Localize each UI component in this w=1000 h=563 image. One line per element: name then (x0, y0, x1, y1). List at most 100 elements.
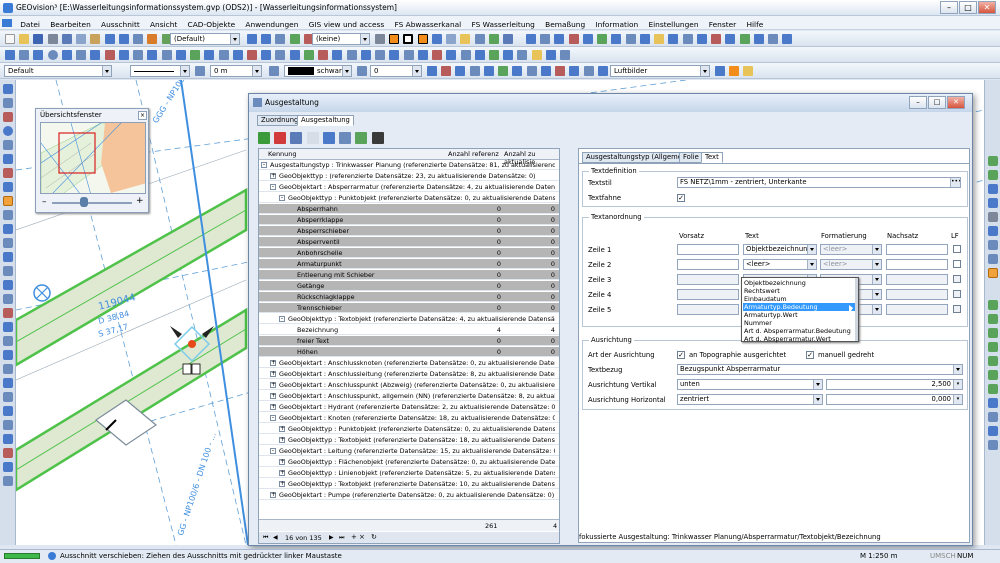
tree-row[interactable]: + GeoObjektart : Anschlusspunkt (Abzweig)… (259, 380, 559, 390)
zoom-out-icon[interactable] (261, 34, 272, 44)
nachsatz-field[interactable] (886, 274, 948, 285)
vtool-active-icon[interactable] (3, 196, 13, 206)
vertikal-number[interactable]: 2,500 ▾ (826, 379, 963, 390)
dropdown-option[interactable]: Einbaudatum (743, 295, 857, 303)
print-icon[interactable] (47, 34, 58, 44)
rtool-redraw-icon[interactable] (988, 226, 998, 236)
copy-icon[interactable] (76, 34, 87, 44)
offset-combo[interactable]: 0 m (210, 65, 262, 77)
tree-row[interactable]: + GeoObjekttyp : Textobjekt (referenziert… (259, 435, 559, 445)
tree-row[interactable]: Absperrschieber 0 0 (259, 226, 559, 236)
filter-combo[interactable]: (keine) (312, 33, 370, 45)
tree-row[interactable]: Absperrklappe 0 0 (259, 215, 559, 225)
vtool-edit-icon[interactable] (3, 392, 13, 402)
tree-row[interactable]: + GeoObjekttyp : Linienobjekt (referenzie… (259, 468, 559, 478)
vtool-rect-icon[interactable] (3, 154, 13, 164)
rtool-zoom-out-icon[interactable] (988, 170, 998, 180)
open-folder-icon[interactable] (19, 34, 30, 44)
image-icon[interactable] (715, 66, 725, 76)
rtool-nav8-icon[interactable] (988, 398, 998, 408)
prop-m-icon[interactable] (597, 66, 608, 76)
trim-icon[interactable] (218, 50, 229, 60)
spin-icon[interactable]: ▾ (953, 395, 962, 404)
nav-refresh-icon[interactable]: ↻ (371, 533, 377, 541)
zoom-out-button[interactable]: – (42, 197, 47, 207)
number-combo[interactable]: 0 (370, 65, 422, 77)
join-icon[interactable] (289, 50, 300, 60)
col-kennung[interactable]: Kennung (268, 150, 297, 158)
dropdown-scrollbar[interactable] (855, 278, 858, 341)
menu-cad-objekte[interactable]: CAD-Objekte (184, 18, 240, 29)
tool-k-icon[interactable] (668, 34, 679, 44)
vtool-copy-icon[interactable] (3, 210, 13, 220)
horizontal-select[interactable]: zentriert (677, 394, 823, 405)
rtool-zoom-all-icon[interactable] (988, 198, 998, 208)
overview-map[interactable] (40, 122, 146, 194)
linetype-combo[interactable] (130, 65, 190, 77)
snap-quad-icon[interactable] (446, 50, 457, 60)
prop-l-icon[interactable] (583, 66, 594, 76)
arrow-icon[interactable] (375, 34, 385, 44)
vtool-arc-icon[interactable] (3, 140, 13, 150)
collapse-icon[interactable]: - (279, 316, 285, 322)
tree-row[interactable]: + GeoObjektart : Pumpe (referenzierte Dat… (259, 490, 559, 500)
tool-a-icon[interactable] (526, 34, 536, 44)
erase-icon[interactable] (318, 50, 329, 60)
close-button[interactable]: ✕ (978, 1, 996, 14)
array-icon[interactable] (346, 50, 357, 60)
tree-row[interactable]: + GeoObjekttyp : (referenzierte Datensätz… (259, 171, 559, 181)
pan-icon[interactable] (275, 34, 286, 44)
rtool-nav6-icon[interactable] (988, 370, 998, 380)
tree-row[interactable]: Armaturpunkt 0 0 (259, 259, 559, 269)
dialog-close-button[interactable]: ✕ (947, 96, 965, 109)
hatch-icon[interactable] (118, 50, 129, 60)
rtool-print-icon[interactable] (988, 212, 998, 222)
menu-fs-wasserleitung[interactable]: FS Wasserleitung (467, 18, 538, 29)
offset-icon[interactable] (246, 50, 257, 60)
vtool-hatch-icon[interactable] (3, 280, 13, 290)
image-orange-icon[interactable] (729, 66, 740, 76)
tool-r-icon[interactable] (767, 34, 778, 44)
tree-row[interactable]: - GeoObjekttyp : Textobjekt (referenziert… (259, 314, 559, 324)
tab-ausgestaltungstyp[interactable]: Ausgestaltungstyp (Allgemein) (582, 152, 695, 163)
tree-row[interactable]: Trennschieber 0 0 (259, 303, 559, 313)
snap-grid-icon[interactable] (488, 50, 499, 60)
zoom-in-button[interactable]: + (136, 196, 144, 206)
dimension-icon[interactable] (133, 50, 144, 60)
apply-icon[interactable] (322, 132, 335, 144)
lf-checkbox[interactable] (953, 245, 961, 253)
tree-row[interactable]: + GeoObjekttyp : Flächenobjekt (referenzi… (259, 457, 559, 467)
lf-checkbox[interactable] (953, 290, 961, 298)
copy-obj-icon[interactable] (332, 50, 343, 60)
rtool-nav3-icon[interactable] (988, 328, 998, 338)
select-icon[interactable] (5, 50, 15, 60)
linetype-icon[interactable] (545, 50, 556, 60)
menu-fenster[interactable]: Fenster (705, 18, 740, 29)
tab-folie[interactable]: Folie (679, 152, 703, 163)
search-icon[interactable] (474, 34, 485, 44)
expand-icon[interactable]: + (270, 492, 276, 498)
tool-n-icon[interactable] (711, 34, 722, 44)
circle-icon[interactable] (47, 50, 58, 60)
vtool-layer-icon[interactable] (3, 378, 13, 388)
prop-k-icon[interactable] (569, 66, 580, 76)
format-select[interactable]: <leer> (820, 259, 882, 270)
options-icon[interactable] (371, 132, 384, 144)
explode-icon[interactable] (275, 50, 286, 60)
tree-row[interactable]: + GeoObjektart : Anschlussknoten (referen… (259, 358, 559, 368)
tree-row[interactable]: Getänge 0 0 (259, 281, 559, 291)
zoom-slider[interactable] (52, 202, 132, 204)
tree-row[interactable]: - GeoObjekttyp : Punktobjekt (referenzier… (259, 193, 559, 203)
vorsatz-field[interactable] (677, 244, 739, 255)
prop-i-icon[interactable] (540, 66, 551, 76)
lf-checkbox[interactable] (953, 260, 961, 268)
image-settings-icon[interactable] (743, 66, 754, 76)
frame-icon[interactable] (403, 34, 414, 44)
rtool-nav1-icon[interactable] (988, 300, 998, 310)
text-icon[interactable] (147, 50, 158, 60)
menu-einstellungen[interactable]: Einstellungen (644, 18, 702, 29)
tree-row[interactable]: + GeoObjektart : Hydrant (referenzierte D… (259, 402, 559, 412)
tree-row[interactable]: + GeoObjektart : Anschlussleitung (refere… (259, 369, 559, 379)
dropdown-option[interactable]: Art d. Absperrarmatur.Wert (743, 335, 857, 343)
orange-square-icon[interactable] (389, 34, 400, 44)
